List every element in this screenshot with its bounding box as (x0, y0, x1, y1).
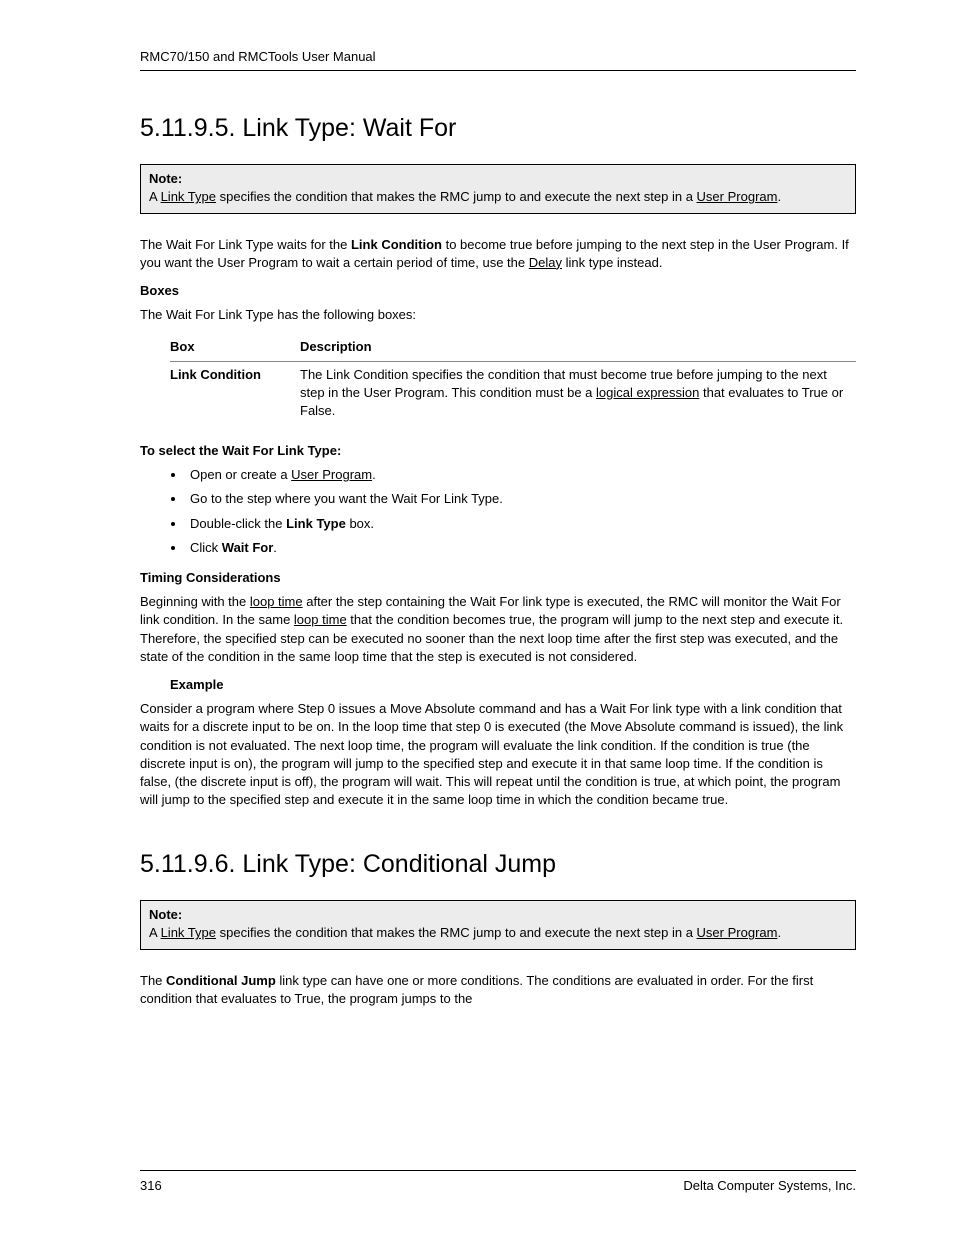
section-heading-conditional-jump: 5.11.9.6. Link Type: Conditional Jump (140, 847, 856, 882)
example-paragraph: Consider a program where Step 0 issues a… (140, 700, 856, 809)
intro-e: link type instead. (562, 255, 662, 270)
row-link-condition-name: Link Condition (170, 361, 300, 424)
select-steps-list: Open or create a User Program. Go to the… (186, 466, 856, 557)
note-box: Note: A Link Type specifies the conditio… (140, 164, 856, 213)
header-rule (140, 70, 856, 71)
list-item: Go to the step where you want the Wait F… (186, 490, 856, 508)
note-mid: specifies the condition that makes the R… (216, 189, 697, 204)
section-title-text: Link Type: Conditional Jump (242, 850, 556, 878)
company-name: Delta Computer Systems, Inc. (683, 1177, 856, 1195)
li4a: Click (190, 540, 222, 555)
page-footer: 316 Delta Computer Systems, Inc. (140, 1170, 856, 1195)
note-text-2: A Link Type specifies the condition that… (149, 925, 781, 940)
list-item: Open or create a User Program. (186, 466, 856, 484)
user-program-link-2[interactable]: User Program (291, 467, 372, 482)
c1a: The (140, 973, 166, 988)
section-number: 5.11.9.5. (140, 114, 235, 142)
delay-link[interactable]: Delay (529, 255, 562, 270)
intro-a: The Wait For Link Type waits for the (140, 237, 351, 252)
loop-time-link-2[interactable]: loop time (294, 612, 347, 627)
col-box-header: Box (170, 334, 300, 361)
note-box-2: Note: A Link Type specifies the conditio… (140, 900, 856, 949)
boxes-lead: The Wait For Link Type has the following… (140, 306, 856, 324)
note-label: Note: (149, 170, 847, 188)
li3b: Link Type (286, 516, 346, 531)
li3a: Double-click the (190, 516, 286, 531)
intro-paragraph: The Wait For Link Type waits for the Lin… (140, 236, 856, 272)
example-heading: Example (170, 676, 856, 694)
list-item: Double-click the Link Type box. (186, 515, 856, 533)
logical-expression-link[interactable]: logical expression (596, 385, 699, 400)
link-type-link-2[interactable]: Link Type (161, 925, 216, 940)
intro-bold: Link Condition (351, 237, 442, 252)
timing-paragraph: Beginning with the loop time after the s… (140, 593, 856, 666)
page-number: 316 (140, 1177, 162, 1195)
li4b: Wait For (222, 540, 274, 555)
section-title-text: Link Type: Wait For (242, 114, 456, 142)
timing-heading: Timing Considerations (140, 569, 856, 587)
conditional-intro-paragraph: The Conditional Jump link type can have … (140, 972, 856, 1008)
boxes-heading: Boxes (140, 282, 856, 300)
li1a: Open or create a (190, 467, 291, 482)
loop-time-link[interactable]: loop time (250, 594, 303, 609)
c1b: Conditional Jump (166, 973, 276, 988)
user-program-link[interactable]: User Program (697, 189, 778, 204)
note-pre: A (149, 189, 161, 204)
note-label-2: Note: (149, 906, 847, 924)
section-number: 5.11.9.6. (140, 850, 235, 878)
li4c: . (273, 540, 277, 555)
note2-pre: A (149, 925, 161, 940)
select-heading: To select the Wait For Link Type: (140, 442, 856, 460)
note2-mid: specifies the condition that makes the R… (216, 925, 697, 940)
section-heading-wait-for: 5.11.9.5. Link Type: Wait For (140, 111, 856, 146)
user-program-link-3[interactable]: User Program (697, 925, 778, 940)
note-end: . (777, 189, 781, 204)
t1a: Beginning with the (140, 594, 250, 609)
li1c: . (372, 467, 376, 482)
note-text: A Link Type specifies the condition that… (149, 189, 781, 204)
running-header: RMC70/150 and RMCTools User Manual (140, 48, 856, 66)
link-type-link[interactable]: Link Type (161, 189, 216, 204)
note2-end: . (777, 925, 781, 940)
col-desc-header: Description (300, 334, 856, 361)
boxes-table: Box Description Link Condition The Link … (170, 334, 856, 424)
row-link-condition-desc: The Link Condition specifies the conditi… (300, 361, 856, 424)
list-item: Click Wait For. (186, 539, 856, 557)
li3c: box. (346, 516, 374, 531)
